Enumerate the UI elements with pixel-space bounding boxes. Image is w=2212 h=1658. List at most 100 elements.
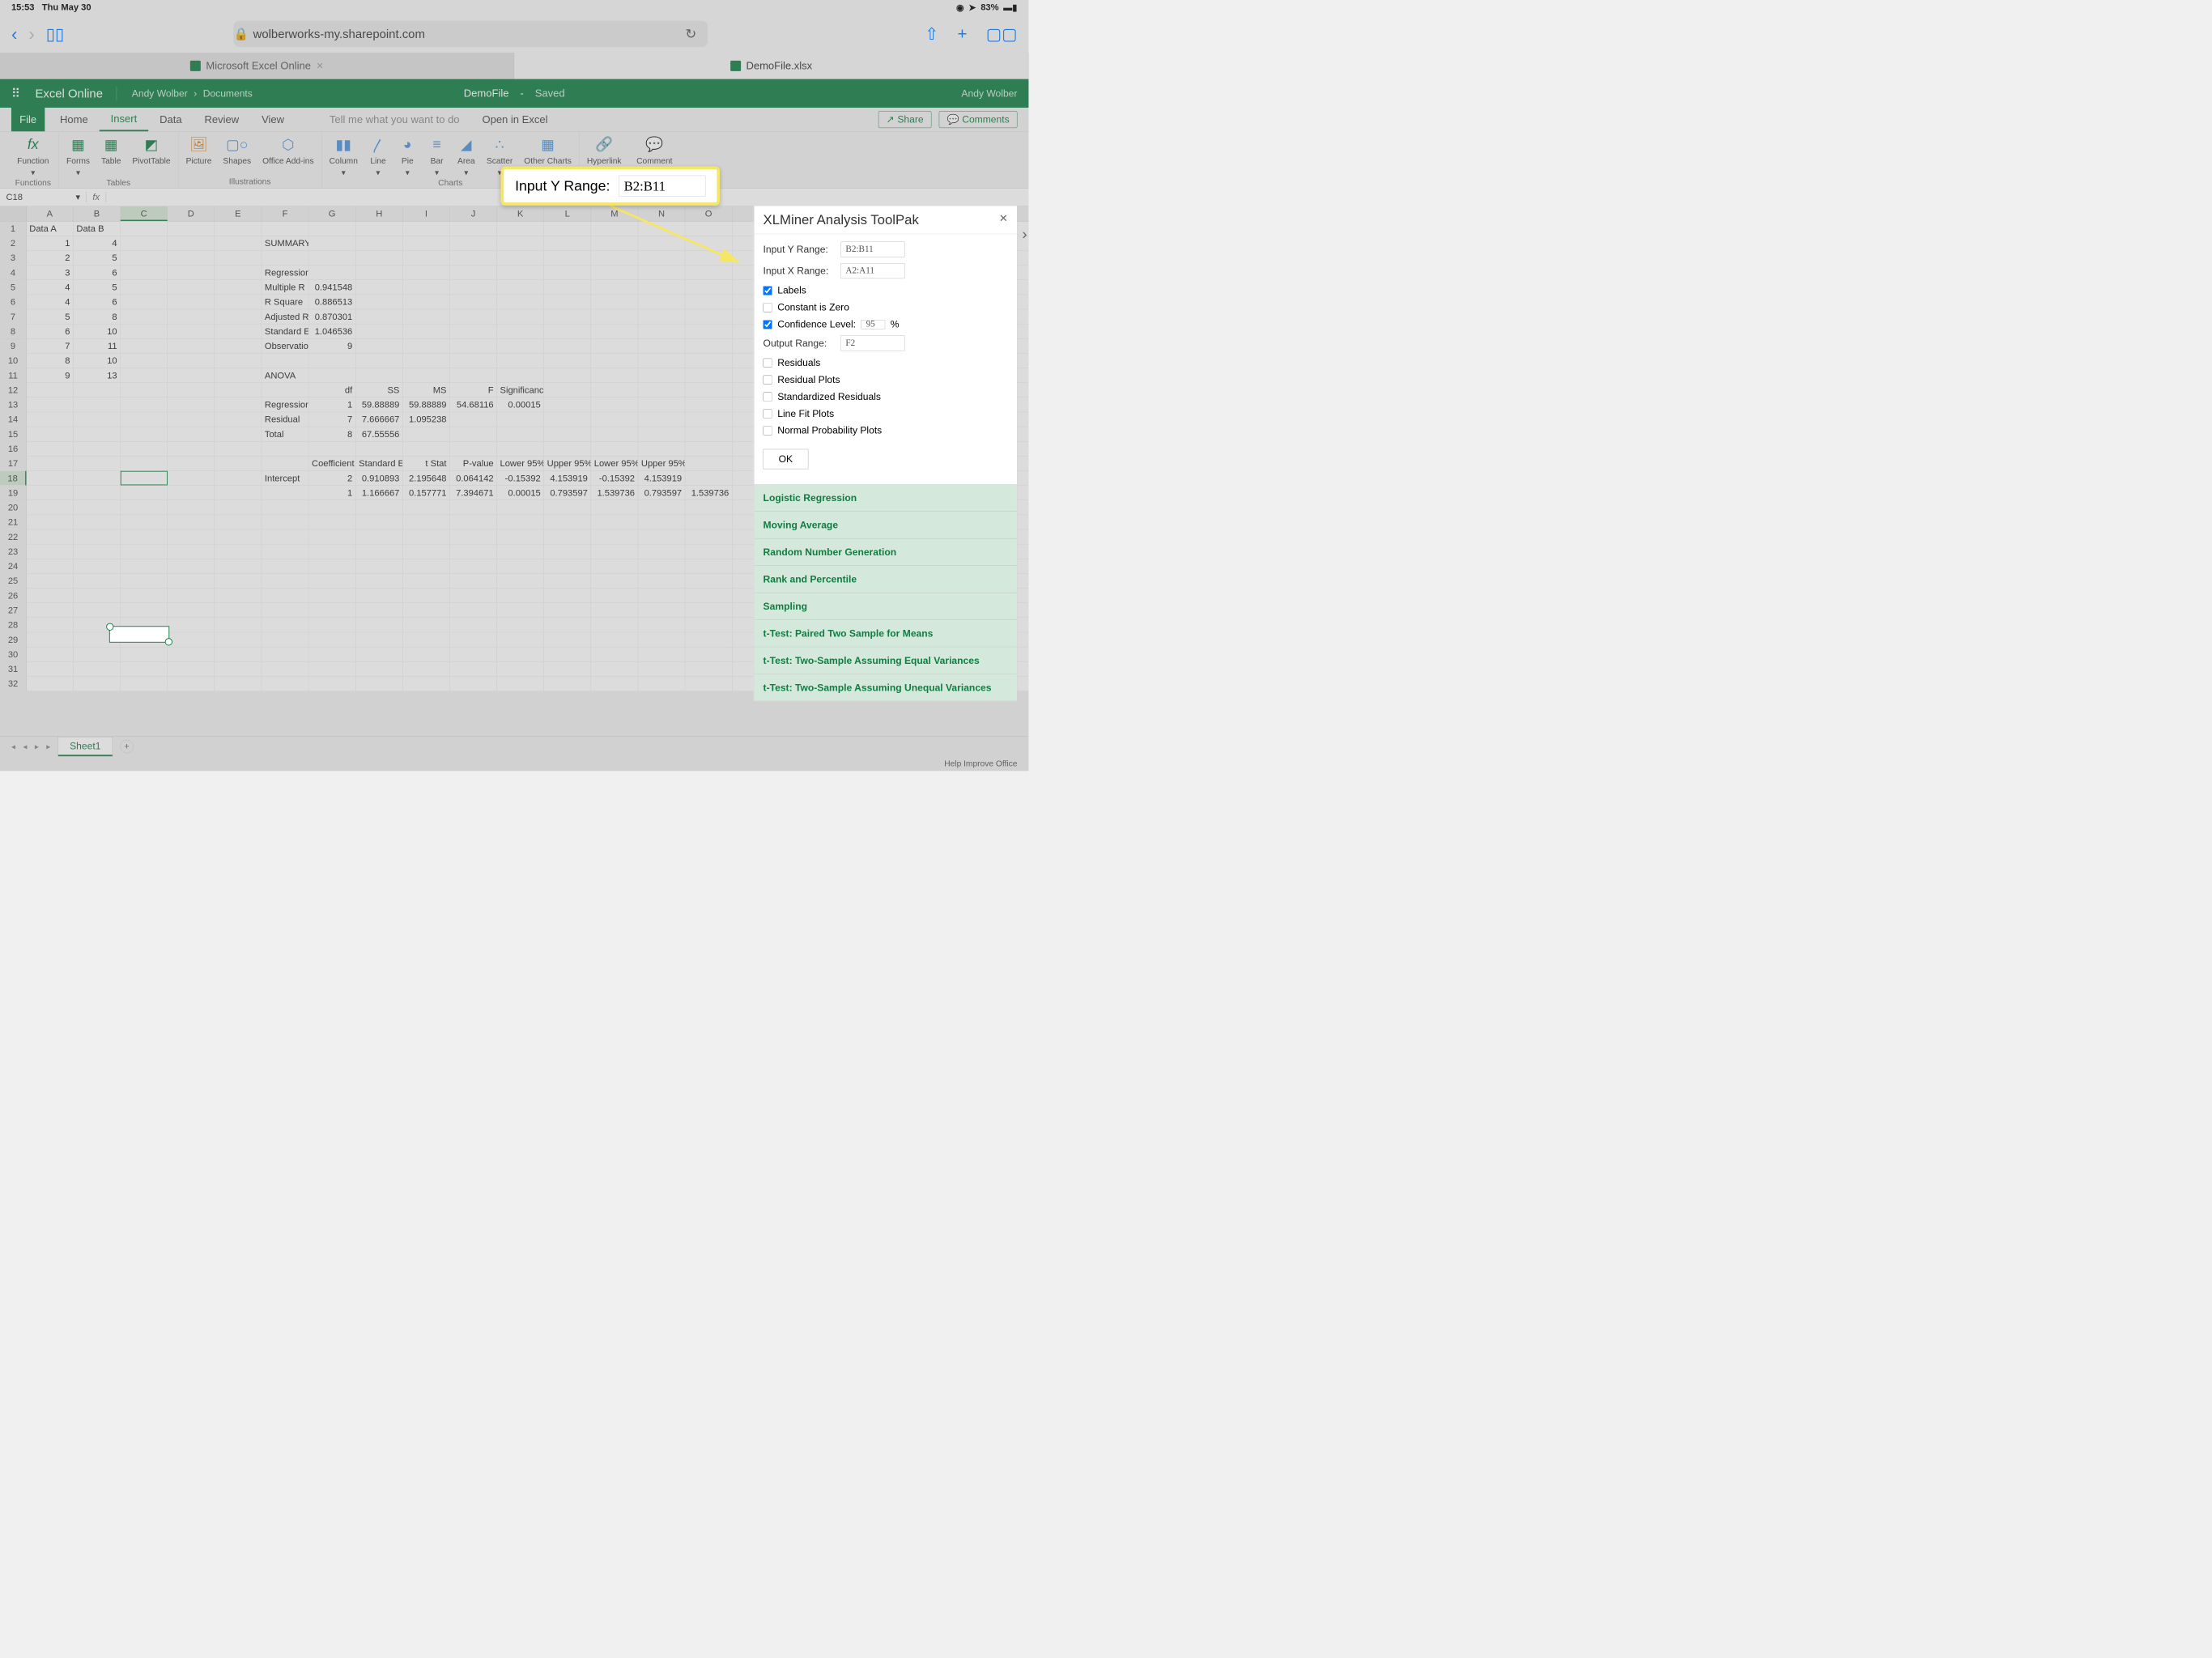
- cell[interactable]: [168, 589, 215, 603]
- cell[interactable]: 0.870301: [308, 309, 355, 324]
- row-header[interactable]: 17: [0, 457, 27, 471]
- cell[interactable]: [121, 515, 168, 529]
- cell[interactable]: 10: [74, 354, 121, 368]
- cell[interactable]: [262, 251, 308, 266]
- cell[interactable]: [121, 471, 168, 486]
- cell[interactable]: [355, 618, 402, 632]
- cell[interactable]: [450, 603, 497, 618]
- cell[interactable]: [450, 441, 497, 456]
- cell[interactable]: [544, 354, 591, 368]
- cell[interactable]: [497, 324, 544, 338]
- cell[interactable]: [403, 500, 450, 515]
- cell[interactable]: [591, 603, 638, 618]
- cell[interactable]: [121, 661, 168, 676]
- cell[interactable]: [450, 515, 497, 529]
- cell[interactable]: [262, 515, 308, 529]
- cell[interactable]: [685, 412, 732, 427]
- cell[interactable]: [638, 427, 685, 441]
- column-chart[interactable]: ▮▮Column▾: [330, 135, 358, 177]
- cell[interactable]: [262, 661, 308, 676]
- row-header[interactable]: 2: [0, 236, 27, 251]
- cell[interactable]: [215, 236, 262, 251]
- cell[interactable]: [27, 677, 74, 691]
- cell[interactable]: [685, 559, 732, 574]
- cell[interactable]: [215, 661, 262, 676]
- cell[interactable]: [591, 266, 638, 280]
- cell[interactable]: [215, 251, 262, 266]
- row-header[interactable]: 21: [0, 515, 27, 529]
- cell[interactable]: [497, 632, 544, 647]
- cell[interactable]: [497, 529, 544, 544]
- conflevel-checkbox[interactable]: [764, 320, 772, 329]
- tab-review[interactable]: Review: [194, 108, 251, 131]
- output-range-input[interactable]: [840, 335, 904, 351]
- cell[interactable]: [497, 339, 544, 354]
- cell[interactable]: [403, 309, 450, 324]
- cell[interactable]: 2: [308, 471, 355, 486]
- cell[interactable]: [591, 354, 638, 368]
- cell[interactable]: [27, 574, 74, 589]
- cell[interactable]: [168, 486, 215, 500]
- cell[interactable]: [685, 589, 732, 603]
- cell[interactable]: Standard E: [355, 457, 402, 471]
- cell[interactable]: [544, 618, 591, 632]
- cell[interactable]: [450, 309, 497, 324]
- cell[interactable]: [262, 603, 308, 618]
- cell[interactable]: [638, 515, 685, 529]
- cell[interactable]: Multiple R: [262, 280, 308, 295]
- cell[interactable]: [544, 441, 591, 456]
- cell[interactable]: [544, 280, 591, 295]
- cell[interactable]: Data A: [27, 221, 74, 236]
- cell[interactable]: [308, 236, 355, 251]
- cell[interactable]: [215, 515, 262, 529]
- cell[interactable]: 1: [27, 236, 74, 251]
- analysis-tool-item[interactable]: t-Test: Two-Sample Assuming Unequal Vari…: [754, 674, 1017, 701]
- cell[interactable]: [262, 632, 308, 647]
- cell[interactable]: [450, 661, 497, 676]
- cell[interactable]: [27, 559, 74, 574]
- cell[interactable]: [450, 236, 497, 251]
- cell[interactable]: [168, 266, 215, 280]
- tabs-icon[interactable]: ▢▢: [986, 24, 1018, 44]
- row-header[interactable]: 3: [0, 251, 27, 266]
- cell[interactable]: [591, 280, 638, 295]
- tab-file[interactable]: File: [11, 108, 45, 131]
- col-header-K[interactable]: K: [497, 206, 544, 221]
- cell[interactable]: [215, 603, 262, 618]
- cell[interactable]: [591, 515, 638, 529]
- reload-icon[interactable]: ↻: [685, 26, 696, 42]
- cell[interactable]: [168, 309, 215, 324]
- cell[interactable]: [403, 677, 450, 691]
- cell[interactable]: [450, 589, 497, 603]
- cell[interactable]: 1.166667: [355, 486, 402, 500]
- cell[interactable]: [403, 221, 450, 236]
- cell[interactable]: [497, 354, 544, 368]
- cell[interactable]: [403, 441, 450, 456]
- cell[interactable]: 11: [74, 339, 121, 354]
- pivot-button[interactable]: ◩PivotTable: [132, 135, 170, 177]
- cell[interactable]: [355, 339, 402, 354]
- cell[interactable]: [355, 574, 402, 589]
- col-header-A[interactable]: A: [27, 206, 74, 221]
- cell[interactable]: [168, 677, 215, 691]
- cell[interactable]: [450, 559, 497, 574]
- cell[interactable]: [74, 529, 121, 544]
- cell[interactable]: [308, 368, 355, 383]
- cell[interactable]: 4: [27, 280, 74, 295]
- cell[interactable]: Residual: [262, 412, 308, 427]
- cell[interactable]: [168, 618, 215, 632]
- cell[interactable]: ANOVA: [262, 368, 308, 383]
- cell[interactable]: [355, 221, 402, 236]
- cell[interactable]: [638, 368, 685, 383]
- cell[interactable]: 9: [308, 339, 355, 354]
- cell[interactable]: [544, 397, 591, 412]
- cell[interactable]: [497, 515, 544, 529]
- cell[interactable]: [215, 324, 262, 338]
- col-header-D[interactable]: D: [168, 206, 215, 221]
- row-header[interactable]: 19: [0, 486, 27, 500]
- cell[interactable]: [638, 397, 685, 412]
- cell[interactable]: [638, 677, 685, 691]
- cell[interactable]: [355, 324, 402, 338]
- cell[interactable]: [685, 397, 732, 412]
- cell[interactable]: [121, 324, 168, 338]
